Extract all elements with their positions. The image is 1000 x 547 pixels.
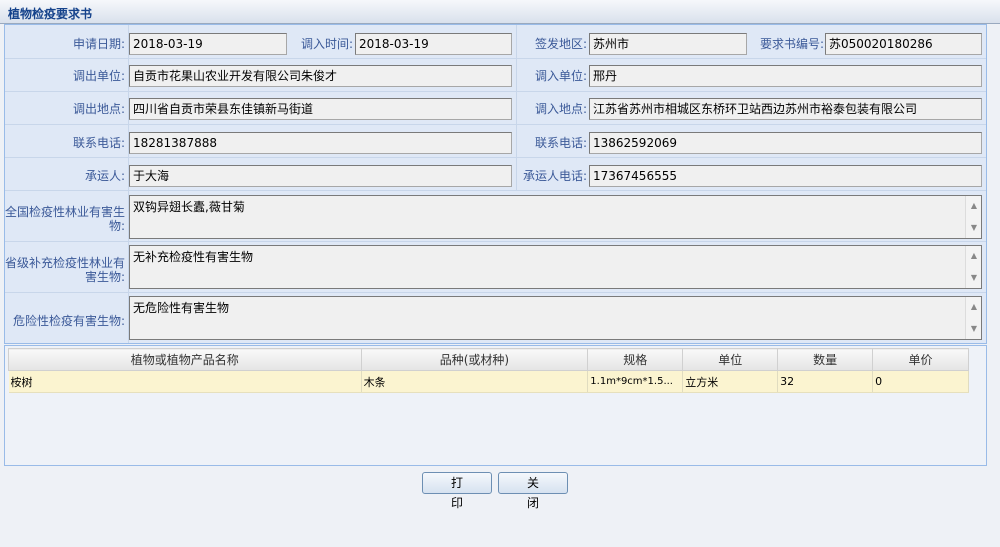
- cell-name: 桉树: [8, 370, 362, 393]
- provincial-pests-textarea[interactable]: 无补充检疫性有害生物 ▲ ▼: [129, 245, 982, 289]
- issue-area-field[interactable]: 苏州市: [589, 33, 747, 55]
- cell-price: 0: [872, 370, 969, 393]
- cell-quantity: 32: [777, 370, 874, 393]
- national-pests-label: 全国检疫性林业有害生物:: [5, 205, 126, 233]
- col-header-spec[interactable]: 规格: [587, 348, 684, 371]
- national-pests-scrollbar[interactable]: ▲ ▼: [965, 196, 981, 238]
- col-header-price[interactable]: 单价: [872, 348, 969, 371]
- cell-unit: 立方米: [682, 370, 779, 393]
- apply-date-label: 申请日期:: [72, 37, 125, 51]
- col-header-name[interactable]: 植物或植物产品名称: [8, 348, 362, 371]
- in-phone-field[interactable]: 13862592069: [589, 132, 982, 154]
- table-row[interactable]: 桉树 木条 1.1m*9cm*1.5... 立方米 32 0: [8, 370, 969, 393]
- req-no-label: 要求书编号:: [759, 37, 824, 51]
- in-unit-field[interactable]: 邢丹: [589, 65, 982, 87]
- out-phone-field[interactable]: 18281387888: [129, 132, 512, 154]
- out-unit-field[interactable]: 自贡市花果山农业开发有限公司朱俊才: [129, 65, 512, 87]
- out-unit-label: 调出单位:: [72, 69, 125, 83]
- scroll-up-icon[interactable]: ▲: [966, 248, 982, 264]
- product-table: 植物或植物产品名称 品种(或材种) 规格 单位 数量 单价 桉树 木条 1.1m…: [8, 348, 969, 393]
- scroll-up-icon[interactable]: ▲: [966, 198, 982, 214]
- out-phone-label: 联系电话:: [72, 136, 125, 150]
- col-header-variety[interactable]: 品种(或材种): [360, 348, 589, 371]
- scroll-down-icon[interactable]: ▼: [966, 321, 982, 337]
- req-no-field[interactable]: 苏050020180286: [825, 33, 982, 55]
- carrier-field[interactable]: 于大海: [129, 165, 512, 187]
- window-title: 植物检疫要求书: [8, 7, 93, 21]
- scroll-down-icon[interactable]: ▼: [966, 270, 982, 286]
- form-panel: 申请日期: 2018-03-19 调入时间: 2018-03-19 签发地区: …: [4, 24, 987, 344]
- provincial-pests-label: 省级补充检疫性林业有害生物:: [5, 256, 126, 284]
- close-button[interactable]: 关闭: [498, 472, 568, 510]
- dangerous-pests-label: 危险性检疫有害生物:: [12, 314, 125, 328]
- carrier-phone-field[interactable]: 17367456555: [589, 165, 982, 187]
- national-pests-textarea[interactable]: 双钩异翅长蠹,薇甘菊 ▲ ▼: [129, 195, 982, 239]
- in-unit-label: 调入单位:: [534, 69, 587, 83]
- print-button[interactable]: 打印: [422, 472, 492, 510]
- provincial-pests-scrollbar[interactable]: ▲ ▼: [965, 246, 981, 288]
- dangerous-pests-textarea[interactable]: 无危险性有害生物 ▲ ▼: [129, 296, 982, 340]
- carrier-label: 承运人:: [84, 169, 125, 183]
- issue-area-label: 签发地区:: [534, 37, 587, 51]
- in-place-label: 调入地点:: [534, 102, 587, 116]
- in-place-field[interactable]: 江苏省苏州市相城区东桥环卫站西边苏州市裕泰包装有限公司: [589, 98, 982, 120]
- product-grid: 植物或植物产品名称 品种(或材种) 规格 单位 数量 单价 桉树 木条 1.1m…: [4, 345, 987, 466]
- out-place-field[interactable]: 四川省自贡市荣县东佳镇新马街道: [129, 98, 512, 120]
- cell-spec: 1.1m*9cm*1.5...: [587, 370, 684, 393]
- dangerous-pests-text: 无危险性有害生物: [133, 301, 230, 315]
- out-place-label: 调出地点:: [72, 102, 125, 116]
- cell-variety: 木条: [361, 370, 589, 393]
- dangerous-pests-scrollbar[interactable]: ▲ ▼: [965, 297, 981, 339]
- scroll-down-icon[interactable]: ▼: [966, 220, 982, 236]
- in-phone-label: 联系电话:: [534, 136, 587, 150]
- carrier-phone-label: 承运人电话:: [522, 169, 587, 183]
- import-time-label: 调入时间:: [300, 37, 353, 51]
- col-header-unit[interactable]: 单位: [682, 348, 779, 371]
- window-titlebar: 植物检疫要求书: [0, 0, 1000, 24]
- apply-date-field[interactable]: 2018-03-19: [129, 33, 287, 55]
- scroll-up-icon[interactable]: ▲: [966, 299, 982, 315]
- provincial-pests-text: 无补充检疫性有害生物: [133, 250, 254, 264]
- national-pests-text: 双钩异翅长蠹,薇甘菊: [133, 200, 245, 214]
- import-time-field[interactable]: 2018-03-19: [355, 33, 512, 55]
- col-header-quantity[interactable]: 数量: [777, 348, 874, 371]
